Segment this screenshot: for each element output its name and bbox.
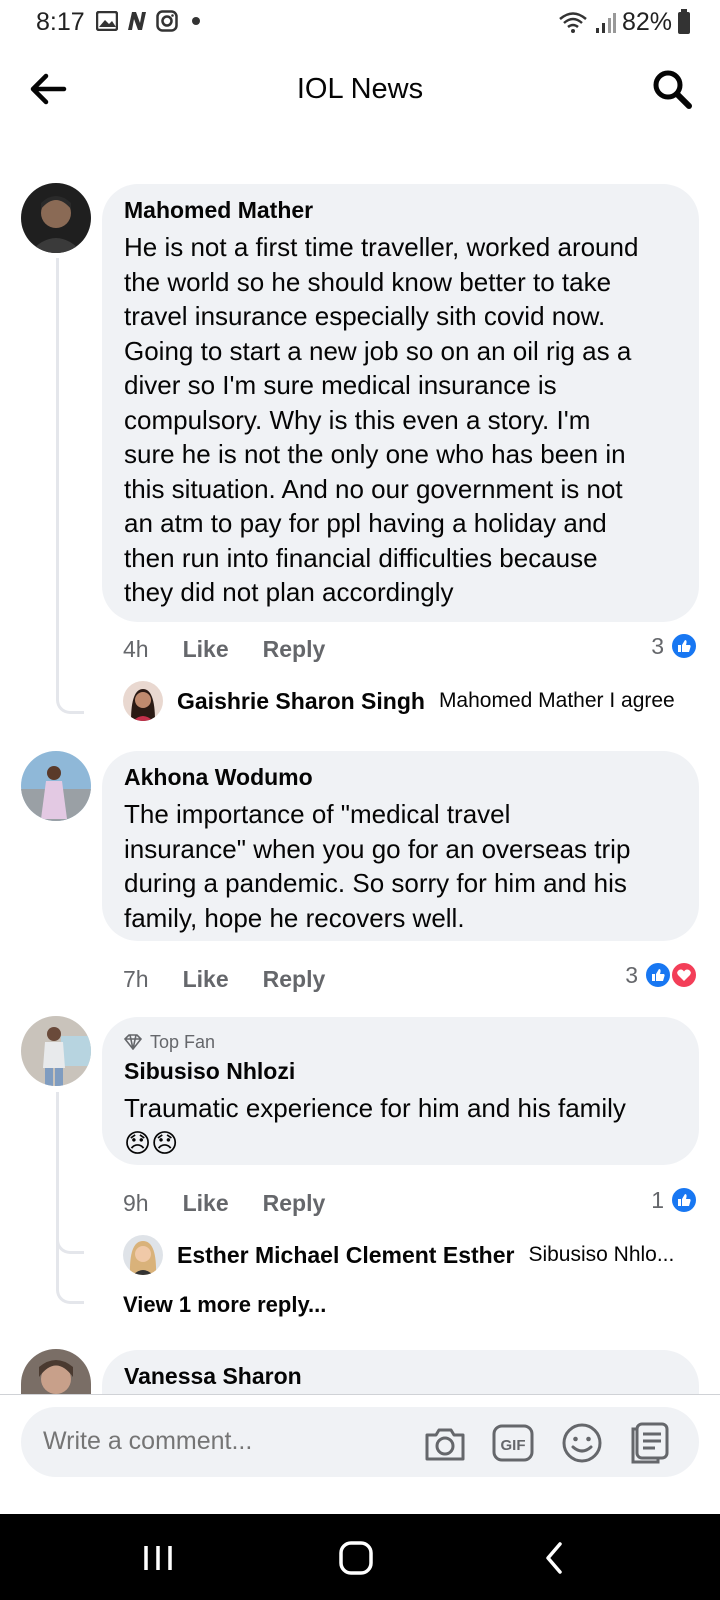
reaction-summary[interactable]: 1 [651, 1186, 698, 1214]
like-button[interactable]: Like [183, 1190, 229, 1217]
reply-button[interactable]: Reply [263, 1190, 326, 1217]
reaction-count: 3 [625, 961, 638, 988]
reply-text: Sibusiso Nhlo... [528, 1243, 675, 1266]
like-button[interactable]: Like [183, 966, 229, 993]
comment-bubble[interactable]: Mahomed Mather He is not a first time tr… [102, 184, 699, 622]
comment-time[interactable]: 4h [123, 636, 149, 663]
system-navigation-bar [0, 1514, 720, 1600]
avatar[interactable] [123, 1235, 163, 1275]
comment-actions: 9h Like Reply [123, 1190, 325, 1217]
like-reaction-icon [670, 632, 698, 660]
status-time: 8:17 [36, 8, 85, 36]
recent-apps-icon[interactable] [136, 1536, 180, 1580]
battery-percent: 82% [621, 8, 672, 36]
diamond-icon [124, 1034, 142, 1050]
system-back-icon[interactable] [532, 1536, 576, 1580]
system-indicators: 82% [558, 8, 690, 37]
instagram-icon [156, 10, 178, 32]
reply-button[interactable]: Reply [263, 966, 326, 993]
view-more-replies-link[interactable]: View 1 more reply... [123, 1292, 326, 1318]
comment-bubble[interactable]: Akhona Wodumo The importance of "medical… [102, 751, 699, 941]
like-button[interactable]: Like [183, 636, 229, 663]
reply-author[interactable]: Esther Michael Clement Esther [177, 1242, 514, 1269]
status-bar: 8:17 82% [0, 0, 720, 46]
search-icon[interactable] [650, 67, 694, 111]
top-fan-badge: Top Fan [124, 1031, 677, 1053]
sticker-icon[interactable] [628, 1421, 672, 1465]
camera-icon[interactable] [423, 1421, 467, 1465]
battery-icon [678, 8, 690, 34]
comment-time[interactable]: 9h [123, 1190, 149, 1217]
love-reaction-icon [670, 961, 698, 989]
wifi-icon [559, 11, 587, 33]
reaction-summary[interactable]: 3 [651, 632, 698, 660]
reaction-count: 1 [651, 1186, 664, 1213]
svg-text:GIF: GIF [501, 1437, 526, 1454]
comment-composer-bar: GIF [0, 1394, 720, 1514]
home-icon[interactable] [334, 1536, 378, 1580]
avatar[interactable] [21, 1349, 91, 1394]
avatar[interactable] [21, 1016, 91, 1086]
comment-actions: 4h Like Reply [123, 636, 325, 663]
reply-author[interactable]: Gaishrie Sharon Singh [177, 688, 425, 715]
avatar[interactable] [21, 751, 91, 821]
avatar[interactable] [21, 183, 91, 253]
gallery-icon [96, 11, 118, 31]
like-reaction-icon [670, 1186, 698, 1214]
emoji-icon[interactable] [560, 1421, 604, 1465]
comment-text: The importance of "medical travel insura… [124, 799, 631, 933]
page-header: IOL News [0, 55, 720, 125]
comment-text: Traumatic experience for him and his fam… [124, 1093, 626, 1158]
comment-author[interactable]: Akhona Wodumo [124, 763, 677, 791]
comment-author[interactable]: Mahomed Mather [124, 196, 677, 224]
notification-icons [96, 10, 200, 32]
page-title: IOL News [296, 73, 424, 105]
comment-author[interactable]: Sibusiso Nhlozi [124, 1057, 677, 1085]
gif-icon[interactable]: GIF [491, 1421, 535, 1465]
comment-input[interactable] [43, 1427, 403, 1456]
comment-author[interactable]: Vanessa Sharon [124, 1362, 677, 1390]
thread-line [56, 1092, 84, 1304]
comment-time[interactable]: 7h [123, 966, 149, 993]
reply-preview[interactable]: Gaishrie Sharon Singh Mahomed Mather I a… [123, 681, 675, 721]
comment-composer[interactable]: GIF [21, 1407, 699, 1477]
reply-preview[interactable]: Esther Michael Clement Esther Sibusiso N… [123, 1235, 674, 1275]
notification-dot [192, 17, 200, 25]
comment-bubble[interactable]: Vanessa Sharon [102, 1350, 699, 1394]
thread-line [56, 258, 84, 714]
signal-icon [595, 12, 616, 33]
reaction-summary[interactable]: 3 [625, 961, 698, 989]
comment-actions: 7h Like Reply [123, 966, 325, 993]
comment-text: He is not a first time traveller, worked… [124, 232, 639, 607]
reply-button[interactable]: Reply [263, 636, 326, 663]
reply-text: Mahomed Mather I agree [438, 689, 675, 712]
n-app-icon [128, 12, 146, 30]
avatar[interactable] [123, 681, 163, 721]
reaction-count: 3 [651, 632, 664, 659]
like-reaction-icon [644, 961, 672, 989]
comment-bubble[interactable]: Top Fan Sibusiso Nhlozi Traumatic experi… [102, 1017, 699, 1165]
